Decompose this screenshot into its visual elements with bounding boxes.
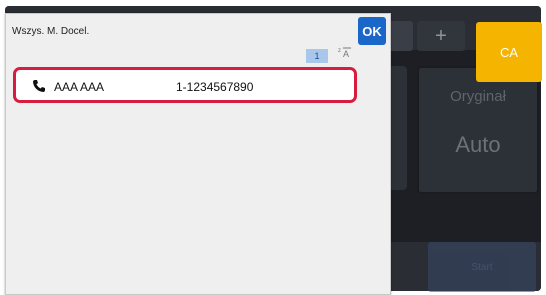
phone-icon — [32, 79, 46, 93]
original-label: Oryginał — [450, 88, 506, 105]
destination-list-dialog: Wszys. M. Docel. OK 1 z A AAA AAA 1-1234… — [5, 13, 391, 295]
clear-all-button[interactable]: CA — [476, 22, 542, 82]
add-tab-button[interactable]: + — [417, 21, 465, 51]
page-indicator[interactable]: 1 — [306, 49, 328, 63]
dialog-title: Wszys. M. Docel. — [12, 26, 90, 37]
list-item[interactable]: AAA AAA 1-1234567890 — [13, 67, 357, 103]
entry-name: AAA AAA — [54, 80, 105, 94]
sort-icon[interactable]: z A — [336, 46, 354, 64]
ok-button[interactable]: OK — [358, 17, 386, 45]
background-tab[interactable] — [389, 21, 413, 51]
original-value: Auto — [455, 132, 501, 157]
start-button[interactable]: Start — [428, 242, 536, 292]
original-panel[interactable]: Oryginał Auto — [417, 66, 539, 194]
svg-text:z: z — [338, 48, 341, 54]
entry-number: 1-1234567890 — [176, 80, 254, 94]
svg-text:A: A — [343, 49, 349, 58]
